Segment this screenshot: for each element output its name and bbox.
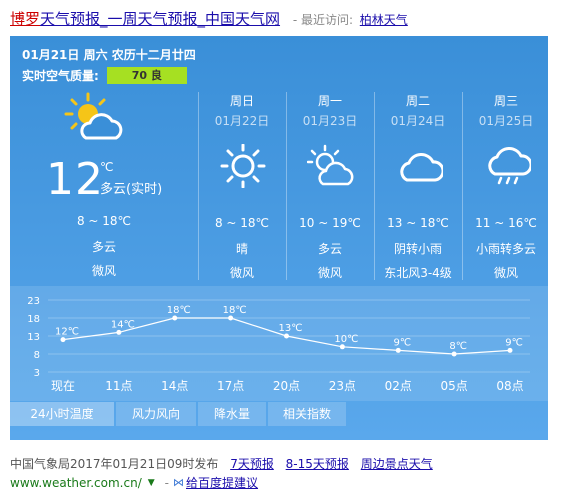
chart-tabs: 24小时温度 风力风向 降水量 相关指数 xyxy=(10,402,548,426)
temperature-line-chart: 23 18 13 8 3 12℃ 14℃ 18℃ 18℃ 13℃ 10℃ 9℃ 8℃ 9℃ 现在 11点 14点… xyxy=(27,296,530,393)
y-tick-label: 3 xyxy=(34,368,40,379)
forecast-date: 01月25日 xyxy=(478,114,534,128)
temp-unit: ℃ xyxy=(100,160,114,174)
x-tick-label: 02点 xyxy=(385,379,412,393)
result-url[interactable]: www.weather.com.cn/ xyxy=(10,476,142,490)
aqi-row: 实时空气质量: 70 良 xyxy=(22,67,187,84)
aqi-badge[interactable]: 70 良 xyxy=(106,67,187,84)
partly-cloudy-icon xyxy=(307,144,354,186)
forecast-weekday: 周日 xyxy=(229,94,254,108)
recent-visit-label: - 最近访问: xyxy=(292,13,354,27)
x-tick-label: 23点 xyxy=(329,379,356,393)
cloud-icon xyxy=(400,152,443,182)
forecast-wind: 微风 xyxy=(493,266,518,280)
data-point xyxy=(116,329,122,335)
footer-source-row: 中国气象局2017年01月21日09时发布 7天预报 8-15天预报 周边景点天… xyxy=(10,455,433,472)
forecast-date: 01月22日 xyxy=(214,114,270,128)
forecast-weekday: 周一 xyxy=(317,94,342,108)
x-tick-label: 20点 xyxy=(273,379,300,393)
current-condition: 多云(实时) xyxy=(100,182,163,197)
forecast-temp-range: 11 ~ 16℃ xyxy=(475,216,537,230)
data-label: 10℃ xyxy=(334,334,358,345)
x-tick-label: 现在 xyxy=(51,379,75,393)
data-point xyxy=(339,344,345,350)
data-label: 9℃ xyxy=(393,337,411,348)
forecast-wind: 微风 xyxy=(229,266,254,280)
data-label: 18℃ xyxy=(223,305,247,316)
forecast-day[interactable]: 周三 01月25日 11 ~ 16℃ 小雨转多云 微风 xyxy=(462,92,549,280)
y-tick-label: 18 xyxy=(27,314,40,325)
caret-down-icon[interactable]: ▼ xyxy=(148,478,155,488)
data-label: 14℃ xyxy=(111,319,135,330)
tab-indices[interactable]: 相关指数 xyxy=(268,402,346,426)
forecast-temp-range: 13 ~ 18℃ xyxy=(387,216,449,230)
data-point xyxy=(395,347,401,353)
tab-precipitation[interactable]: 降水量 xyxy=(198,402,266,426)
title-city[interactable]: 博罗 xyxy=(10,10,40,28)
tab-24h-temperature[interactable]: 24小时温度 xyxy=(10,402,114,426)
today-date: 01月21日 周六 农历十二月廿四 xyxy=(22,48,196,62)
forecast-condition: 阴转小雨 xyxy=(393,242,442,256)
data-label: 18℃ xyxy=(167,305,191,316)
data-point xyxy=(507,347,513,353)
publish-info: 中国气象局2017年01月21日09时发布 xyxy=(10,457,219,471)
forecast-weekday: 周二 xyxy=(405,94,430,108)
forecast-temp-range: 8 ~ 18℃ xyxy=(214,216,270,230)
x-tick-label: 11点 xyxy=(105,379,132,393)
aqi-label: 实时空气质量: xyxy=(22,69,99,83)
feedback-link[interactable]: 给百度提建议 xyxy=(186,474,258,491)
data-point xyxy=(284,333,289,339)
y-tick-label: 8 xyxy=(34,350,40,361)
forecast-wind: 东北风3-4级 xyxy=(384,266,452,280)
x-tick-label: 14点 xyxy=(161,379,188,393)
forecast-condition: 晴 xyxy=(235,242,248,256)
current-temp: 12 xyxy=(46,154,104,205)
rain-cloud-icon xyxy=(488,146,531,185)
today-condition: 多云 xyxy=(91,240,116,254)
data-label: 12℃ xyxy=(55,327,79,338)
data-label: 9℃ xyxy=(505,337,523,348)
forecast-date: 01月24日 xyxy=(390,114,446,128)
link-7day-forecast[interactable]: 7天预报 xyxy=(230,457,274,471)
data-point xyxy=(451,351,457,357)
data-point xyxy=(172,315,178,321)
data-label: 8℃ xyxy=(449,341,467,352)
today-temp-range: 8 ~ 18℃ xyxy=(76,214,132,228)
link-nearby-scenic-weather[interactable]: 周边景点天气 xyxy=(361,457,433,471)
title-rest[interactable]: 天气预报_一周天气预报_中国天气网 xyxy=(40,10,280,28)
footer-url-row: www.weather.com.cn/ ▼ - ⋈ 给百度提建议 xyxy=(10,474,258,491)
baidu-feedback-icon: ⋈ xyxy=(173,476,185,489)
data-point xyxy=(60,337,66,343)
x-tick-label: 05点 xyxy=(440,379,467,393)
weather-card: 01月21日 周六 农历十二月廿四 实时空气质量: 70 良 12 ℃ 多云(实… xyxy=(10,36,548,440)
forecast-weekday: 周三 xyxy=(493,94,518,108)
tab-wind[interactable]: 风力风向 xyxy=(116,402,196,426)
hourly-temp-chart: 23 18 13 8 3 12℃ 14℃ 18℃ 18℃ 13℃ 10℃ 9℃ 8℃ 9℃ 现在 11点 14点… xyxy=(10,286,548,401)
forecast-wind: 微风 xyxy=(317,266,342,280)
link-8-15day-forecast[interactable]: 8-15天预报 xyxy=(286,457,349,471)
forecast-temp-range: 10 ~ 19℃ xyxy=(299,216,361,230)
y-tick-label: 13 xyxy=(27,332,40,343)
y-tick-label: 23 xyxy=(27,296,40,307)
forecast-day[interactable]: 周一 01月23日 10 ~ 19℃ 多云 微风 xyxy=(286,92,373,280)
recent-city-link[interactable]: 柏林天气 xyxy=(360,13,408,27)
forecast-day[interactable]: 周日 01月22日 8 ~ 18℃ 晴 微风 xyxy=(198,92,285,280)
separator: - xyxy=(164,475,170,490)
today-wind: 微风 xyxy=(91,264,116,278)
result-title-link[interactable]: 博罗天气预报_一周天气预报_中国天气网 xyxy=(10,10,280,28)
forecast-day[interactable]: 周二 01月24日 13 ~ 18℃ 阴转小雨 东北风3-4级 xyxy=(374,92,461,280)
data-label: 13℃ xyxy=(279,323,303,334)
today-panel: 12 ℃ 多云(实时) 8 ~ 18℃ 多云 微风 xyxy=(10,92,198,284)
forecast-condition: 多云 xyxy=(317,242,342,256)
x-tick-label: 08点 xyxy=(496,379,523,393)
partly-cloudy-icon xyxy=(64,92,123,140)
sun-icon xyxy=(220,144,266,188)
x-tick-label: 17点 xyxy=(217,379,244,393)
forecast-condition: 小雨转多云 xyxy=(475,242,536,256)
data-point xyxy=(228,315,234,321)
forecast-date: 01月23日 xyxy=(302,114,358,128)
result-title-row: 博罗天气预报_一周天气预报_中国天气网 - 最近访问: 柏林天气 xyxy=(10,8,408,28)
